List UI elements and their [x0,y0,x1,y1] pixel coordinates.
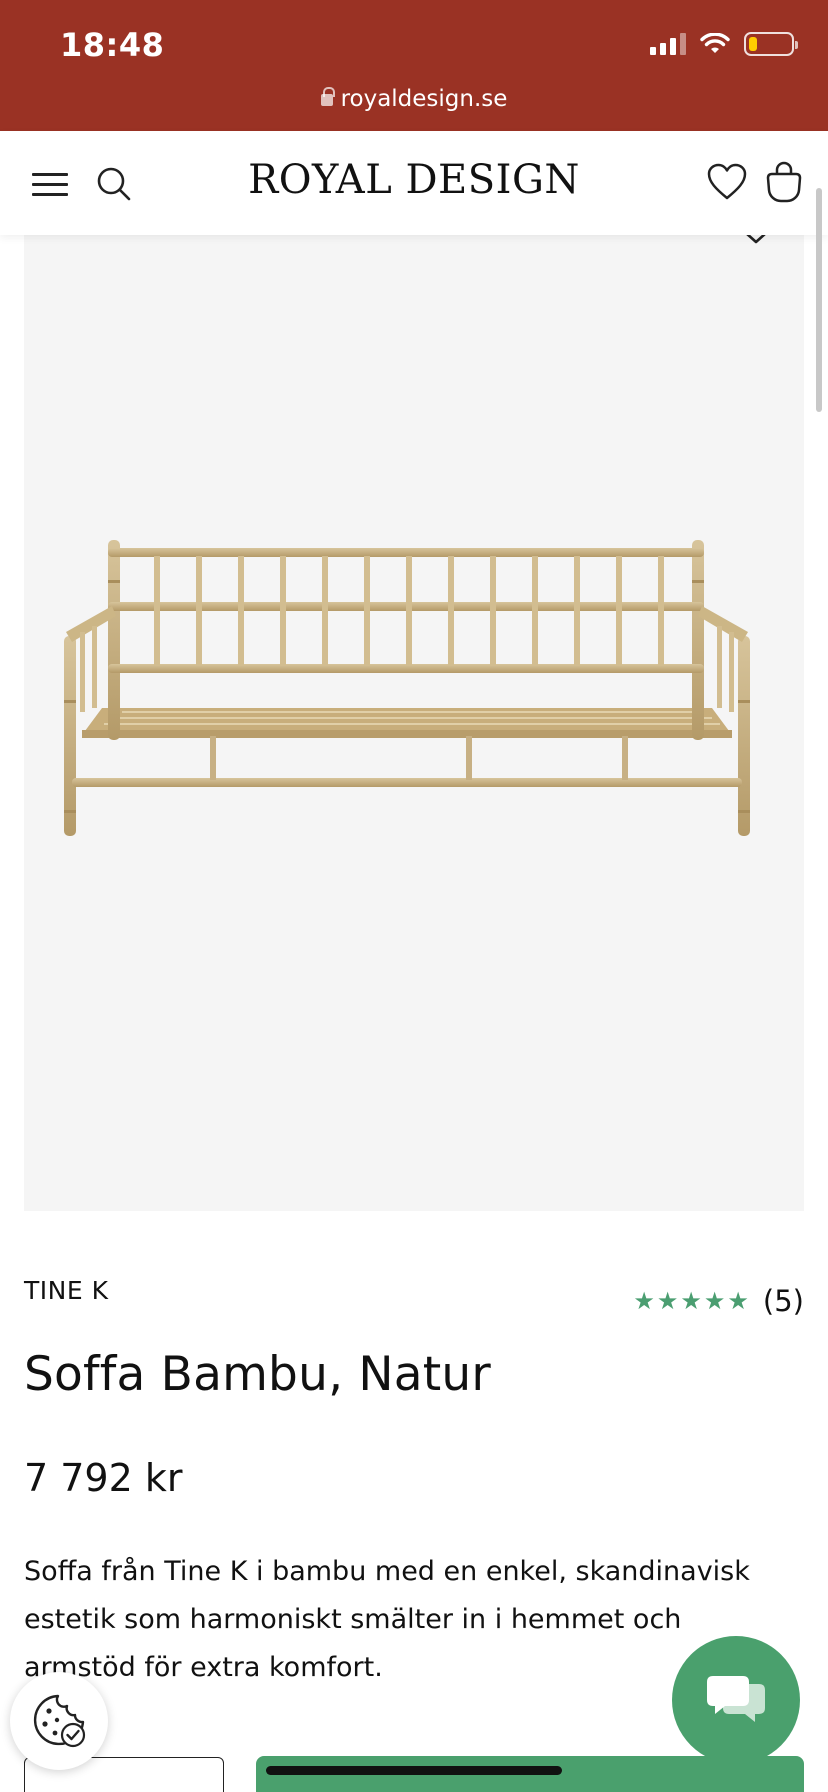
address-bar[interactable]: royaldesign.se [0,86,828,112]
status-icons [650,32,798,56]
product-brand[interactable]: TINE K [24,1276,108,1305]
status-time: 18:48 [60,26,165,64]
heart-icon[interactable] [706,161,748,203]
star-icon: ★ [656,1287,679,1315]
product-price: 7 792 kr [24,1456,183,1500]
battery-level [749,37,757,51]
site-header: ROYAL DESIGN [0,131,828,235]
search-icon[interactable] [94,164,134,204]
star-icon: ★ [703,1287,726,1315]
page-scrollbar[interactable] [816,188,822,412]
status-bar: 18:48 royaldesign.se [0,0,828,131]
star-icon: ★ [727,1287,749,1315]
cookie-icon [33,1694,86,1748]
chat-icon[interactable] [672,1636,800,1764]
shopping-bag-icon[interactable] [764,159,804,203]
star-icon: ★ [680,1287,702,1315]
home-indicator [266,1766,562,1775]
product-title: Soffa Bambu, Natur [24,1347,491,1402]
rating-count: (5) [762,1284,804,1318]
sofa-image [64,540,750,836]
star-icon: ★ [633,1287,655,1315]
lock-icon [320,87,335,106]
signal-icon [650,33,686,55]
cookie-consent-icon[interactable] [10,1672,108,1770]
product-rating[interactable]: ★ ★ ★ ★ ★ (5) [633,1284,804,1318]
wifi-icon [700,33,730,53]
rating-stars: ★ ★ ★ ★ ★ [633,1289,749,1313]
address-url: royaldesign.se [340,86,508,112]
menu-icon[interactable] [32,173,68,196]
battery-low-icon [744,32,798,56]
chat-bubbles-icon [707,1676,765,1722]
